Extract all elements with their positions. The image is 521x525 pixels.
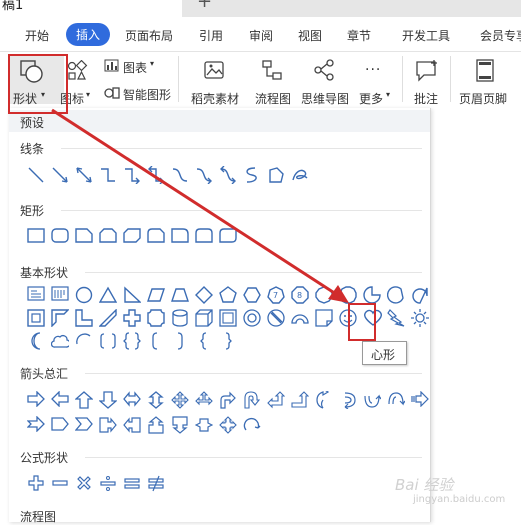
baidu-watermark: Bai 经验 <box>395 476 454 494</box>
annotation-arrow <box>51 108 349 303</box>
baidu-watermark-url: jingyan.baidu.com <box>413 494 506 505</box>
